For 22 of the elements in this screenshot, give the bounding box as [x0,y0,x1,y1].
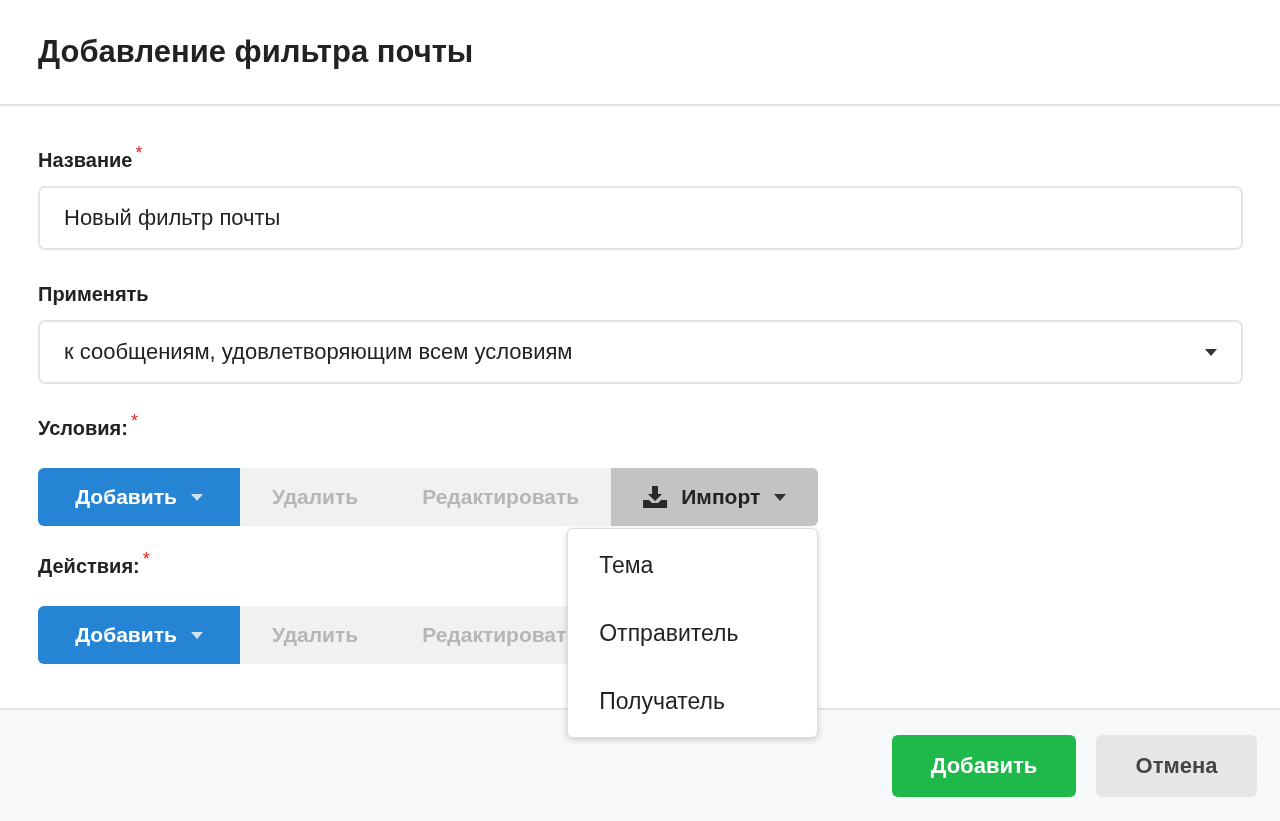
field-label: Применять [38,282,149,307]
required-mark: * [142,552,150,566]
dialog-title: Добавление фильтра почты [38,34,474,70]
input-field[interactable]: Новый фильтр почты [38,186,1243,250]
field-label: Название [38,148,133,173]
add-button[interactable]: Добавить [38,606,240,664]
required-mark: * [130,414,138,428]
add-button[interactable]: Добавить [38,468,240,526]
required-mark: * [135,146,143,160]
import-button[interactable]: Импорт [611,468,819,526]
download-icon [643,486,668,508]
select-field[interactable]: к сообщениям, удовлетворяющим всем условиям [38,320,1243,384]
select-value: к сообщениям, удовлетворяющим всем условиям [64,339,573,365]
section-label: Действия: [38,554,140,579]
section-label: Условия: [38,416,128,441]
cancel-button[interactable]: Отмена [1096,734,1257,797]
menu-item[interactable]: Тема [568,531,818,599]
caret-icon [1205,348,1217,356]
menu-item[interactable]: Получатель [568,667,818,735]
caret-icon [190,493,203,501]
caret-icon [190,631,203,639]
caret-icon [774,493,787,501]
